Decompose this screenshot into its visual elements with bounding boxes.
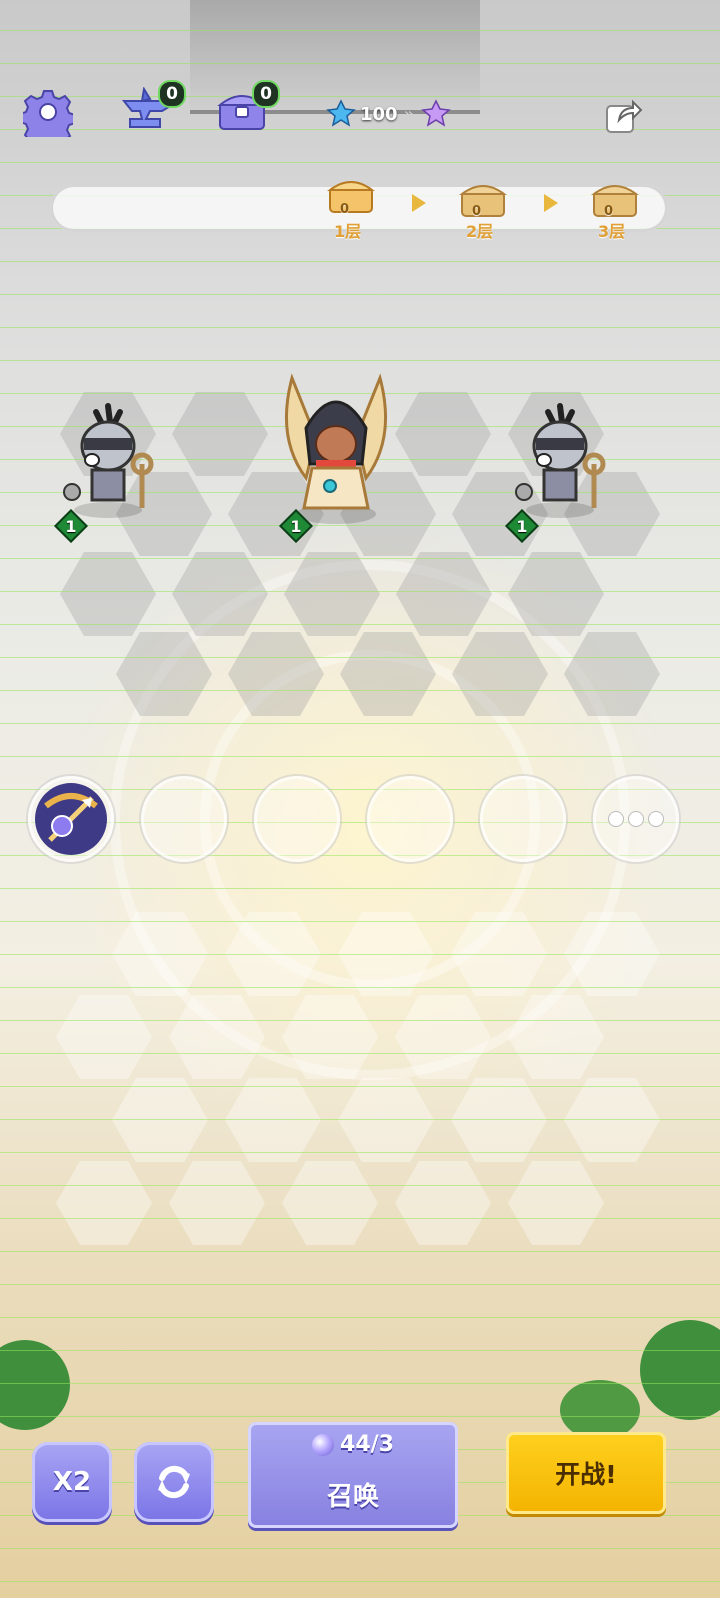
- crossbow-skill-icon: [35, 783, 107, 855]
- skeleton-mace-unit[interactable]: [508, 402, 618, 520]
- more-skills-button[interactable]: [593, 776, 679, 862]
- gear-icon: [23, 90, 73, 137]
- grid-cell[interactable]: [112, 1078, 208, 1162]
- pharaoh-hero-sprite: [284, 373, 388, 524]
- settings-button[interactable]: [22, 88, 74, 137]
- tree-decoration: [640, 1320, 720, 1420]
- share-icon: [606, 99, 643, 133]
- refresh-icon: [158, 1465, 190, 1499]
- floor-2-chest-icon[interactable]: [458, 180, 508, 220]
- skill-slot-1[interactable]: [28, 776, 114, 862]
- floor-3-label: 3层: [598, 222, 626, 241]
- grid-cell[interactable]: [564, 1078, 660, 1162]
- floor-1-chest-icon[interactable]: [326, 176, 376, 216]
- skeleton-mace-sprite: [63, 403, 154, 518]
- start-battle-label: 开战!: [555, 1460, 617, 1489]
- speed-label: X2: [52, 1467, 92, 1497]
- floor-3-reward-count: 0: [604, 204, 614, 219]
- summon-gem-icon: [312, 1433, 335, 1456]
- floor-2-reward-count: 0: [472, 204, 482, 219]
- blue-star-icon: [326, 99, 356, 127]
- summon-cost: 44/3: [248, 1432, 458, 1457]
- summon-cost-value: 44/3: [340, 1432, 394, 1457]
- grid-cell[interactable]: [169, 1161, 265, 1245]
- unit-level-badge: 1: [279, 509, 313, 543]
- share-button[interactable]: [603, 96, 643, 136]
- grid-cell[interactable]: [282, 1161, 378, 1245]
- unit-level: 1: [290, 516, 302, 536]
- grid-cell[interactable]: [395, 1161, 491, 1245]
- summon-button[interactable]: 44/3 召唤: [248, 1422, 458, 1528]
- unit-level-badge: 1: [54, 509, 88, 543]
- speed-x2-button[interactable]: X2: [32, 1442, 112, 1522]
- unit-level-badge: 1: [505, 509, 539, 543]
- purple-star-icon: [420, 99, 451, 127]
- skeleton-mace-unit[interactable]: [56, 402, 166, 520]
- floor-2-label: 2层: [466, 222, 494, 241]
- grid-cell[interactable]: [172, 392, 268, 476]
- star-currency: 100 »: [326, 96, 466, 132]
- more-dot: [629, 812, 643, 826]
- star-currency-value: 100: [360, 103, 398, 125]
- grid-cell[interactable]: [56, 1161, 152, 1245]
- floor-1-reward-count: 0: [340, 202, 350, 217]
- skill-slot-5[interactable]: [480, 776, 566, 862]
- start-battle-button[interactable]: 开战!: [506, 1432, 666, 1514]
- play-arrow-icon: [412, 194, 426, 212]
- pharaoh-hero-unit[interactable]: [272, 368, 400, 528]
- grid-cell[interactable]: [508, 1161, 604, 1245]
- floor-1-label: 1层: [334, 222, 362, 241]
- anvil-count-badge: 0: [158, 80, 186, 108]
- skeleton-mace-sprite: [515, 403, 606, 518]
- chevron-right-icon: »: [403, 103, 415, 125]
- tree-decoration: [560, 1380, 640, 1440]
- play-arrow-icon: [544, 194, 558, 212]
- skill-slot-2[interactable]: [141, 776, 227, 862]
- skill-slot-3[interactable]: [254, 776, 340, 862]
- unit-level: 1: [516, 516, 528, 536]
- tree-decoration: [0, 1340, 70, 1430]
- more-dot: [649, 812, 663, 826]
- refresh-button[interactable]: [134, 1442, 214, 1522]
- chest-count-badge: 0: [252, 80, 280, 108]
- summon-label: 召唤: [326, 1482, 379, 1512]
- floor-3-chest-icon[interactable]: [590, 180, 640, 220]
- grid-cell[interactable]: [395, 392, 491, 476]
- skill-slot-4[interactable]: [367, 776, 453, 862]
- more-dot: [609, 812, 623, 826]
- unit-level: 1: [65, 516, 77, 536]
